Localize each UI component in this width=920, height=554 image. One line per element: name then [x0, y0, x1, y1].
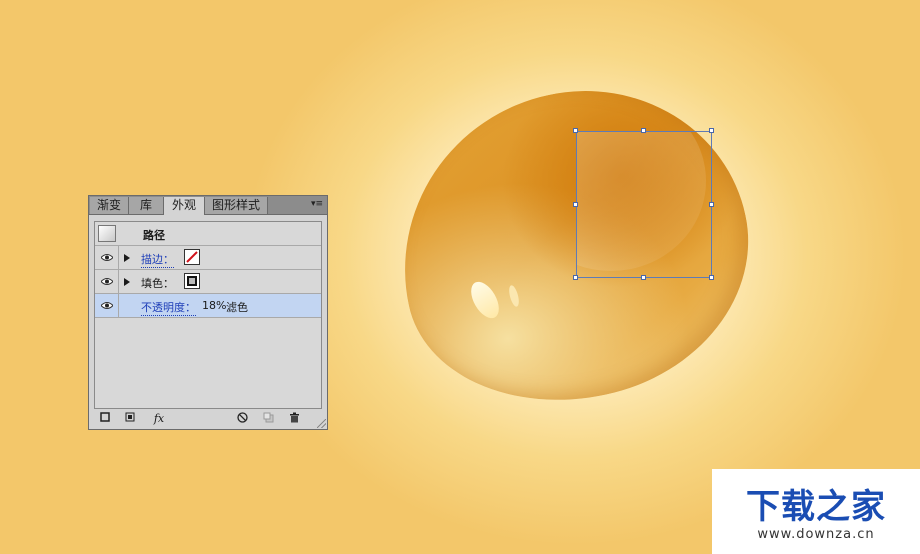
watermark-title: 下载之家: [746, 487, 886, 527]
tab-gradient[interactable]: 渐变: [90, 197, 129, 214]
tab-library[interactable]: 库: [129, 197, 164, 214]
handle-bottom-right[interactable]: [709, 275, 714, 280]
trash-icon[interactable]: [287, 412, 301, 426]
clear-icon[interactable]: [235, 412, 249, 426]
opacity-label[interactable]: 不透明度：: [141, 299, 196, 316]
eye-icon[interactable]: [95, 294, 119, 318]
handle-middle-right[interactable]: [709, 202, 714, 207]
handle-top-middle[interactable]: [641, 128, 646, 133]
blend-mode-value: 滤色: [226, 301, 248, 314]
fill-row[interactable]: 填色：: [95, 270, 321, 294]
panel-menu-button[interactable]: ▾≡: [310, 199, 324, 209]
handle-middle-left[interactable]: [573, 202, 578, 207]
tab-graphic-styles[interactable]: 图形样式: [205, 197, 268, 214]
eye-icon[interactable]: [95, 246, 119, 270]
add-stroke-icon[interactable]: [98, 412, 112, 426]
handle-top-right[interactable]: [709, 128, 714, 133]
opacity-value: 18%: [202, 299, 227, 312]
appearance-list: 路径 描边： 填色： 不透明度： 18% 滤色: [94, 221, 322, 409]
tab-appearance[interactable]: 外观: [164, 197, 205, 215]
object-type-label: 路径: [143, 229, 165, 242]
eye-icon[interactable]: [95, 270, 119, 294]
watermark: 下载之家 www.downza.cn: [712, 469, 920, 554]
duplicate-icon: [261, 412, 275, 426]
path-thumbnail: [98, 225, 116, 242]
resize-grip[interactable]: [317, 419, 326, 428]
handle-top-left[interactable]: [573, 128, 578, 133]
fx-icon[interactable]: fx: [149, 412, 169, 426]
expand-triangle-icon[interactable]: [124, 278, 130, 286]
handle-bottom-left[interactable]: [573, 275, 578, 280]
add-fill-icon[interactable]: [123, 412, 137, 426]
header-row: 路径: [95, 222, 321, 246]
fill-swatch-icon[interactable]: [184, 273, 200, 289]
stroke-label[interactable]: 描边：: [141, 251, 174, 268]
fill-label[interactable]: 填色：: [141, 275, 174, 291]
opacity-row[interactable]: 不透明度： 18% 滤色: [95, 294, 321, 318]
selection-bounding-box[interactable]: [576, 131, 712, 278]
panel-footer: fx: [89, 410, 327, 429]
handle-bottom-middle[interactable]: [641, 275, 646, 280]
watermark-url: www.downza.cn: [757, 527, 875, 542]
expand-triangle-icon[interactable]: [124, 254, 130, 262]
panel-tab-bar: 渐变 库 外观 图形样式 ▾≡: [89, 196, 327, 215]
appearance-panel: 渐变 库 外观 图形样式 ▾≡ 路径 描边： 填色： 不透明度： 18% 滤色 …: [88, 195, 328, 430]
stroke-swatch-icon[interactable]: [184, 249, 200, 265]
stroke-row[interactable]: 描边：: [95, 246, 321, 270]
